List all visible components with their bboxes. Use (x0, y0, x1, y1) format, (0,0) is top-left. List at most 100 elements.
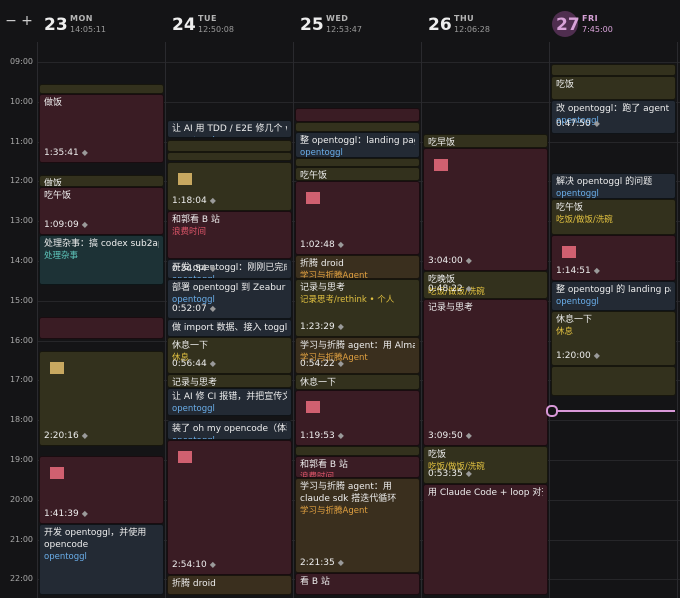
time-entry[interactable]: 看 B 站 (295, 573, 420, 596)
entry-project: opentoggl (172, 404, 215, 415)
time-entry[interactable]: 休息一下 (295, 374, 420, 391)
entry-duration: 0:54:22 ◆ (300, 358, 344, 370)
hour-label: 17:00 (9, 375, 33, 385)
time-entry[interactable]: 和郭看 B 站浪费时间 (167, 211, 292, 259)
entry-duration: 1:41:39 ◆ (44, 508, 88, 520)
time-entry[interactable]: 装了 oh my opencode（体验很差opentoggl (167, 420, 292, 441)
time-entry[interactable]: 和郭看 B 站浪费时间 (295, 456, 420, 478)
tag-icon: ◆ (593, 351, 600, 361)
tag-icon: ◆ (337, 431, 344, 441)
time-entry[interactable]: 记录与思考 (167, 374, 292, 389)
duration-text: 3:09:50 (428, 431, 463, 442)
redacted-block (50, 467, 64, 480)
time-entry[interactable]: 解决 opentoggl 的问题 opentoggl (551, 173, 676, 200)
time-entry[interactable] (551, 366, 676, 397)
time-entry[interactable]: 3:04:00 ◆ (423, 147, 548, 271)
time-entry[interactable]: 开发 opentoggl，并使用 opencode opentoggl (39, 523, 164, 596)
entry-project: opentoggl (300, 147, 343, 158)
time-entry[interactable] (295, 121, 420, 132)
entry-title: 记录与思考 (172, 378, 218, 389)
time-entry[interactable]: 让 AI 修 CI 报错，并把宣传文案优opentoggl (167, 388, 292, 417)
time-entry[interactable]: 1:18:04 ◆ (167, 161, 292, 212)
time-entry[interactable]: 记录与思考 记录思考/rethink • 个人 1:23:29 ◆ (295, 278, 420, 337)
zoom-in-button[interactable]: + (20, 14, 34, 28)
day-header-thu[interactable]: 26 THU 12:06:28 (422, 0, 549, 42)
time-entry[interactable]: 吃午饭 (295, 167, 420, 182)
entry-title: 让 AI 修 CI 报错，并把宣传文案优 (172, 392, 287, 403)
day-num: 24 (172, 15, 196, 35)
time-entry[interactable]: 用 Claude Code + loop 对齐两边 (423, 483, 548, 596)
entry-title: 休息一下 (300, 378, 337, 389)
time-entry[interactable]: 2:20:16 ◆ (39, 350, 164, 447)
time-entry[interactable]: 休息一下 休息 0:56:44 ◆ (167, 336, 292, 375)
time-entry[interactable]: 让 AI 用 TDD / E2E 修几个 worksopentoggl (167, 119, 292, 138)
time-entry[interactable] (295, 446, 420, 456)
time-entry[interactable]: 部署 opentoggl 到 Zeabur opentoggl 0:52:07 ◆ (167, 278, 292, 319)
duration-text: 2:21:35 (300, 558, 335, 569)
day-header-wed[interactable]: 25 WED 12:53:47 (294, 0, 421, 42)
time-entry[interactable] (295, 107, 420, 122)
entry-duration: 1:35:41 ◆ (44, 147, 88, 159)
time-entry[interactable]: 吃饭 吃饭/做饭/洗碗 0:53:35 ◆ (423, 446, 548, 484)
time-entry[interactable]: 休息一下 休息 1:20:00 ◆ (551, 310, 676, 367)
time-entry[interactable]: 吃午饭 吃饭/做饭/洗碗 (551, 199, 676, 236)
time-entry[interactable]: 学习与折腾 agent：用 claude sdk 搭迭代循环 学习与折腾Agent… (295, 477, 420, 574)
time-entry[interactable]: 做饭 1:35:41 ◆ (39, 93, 164, 164)
entry-duration: 0:47:50 ◆ (556, 118, 600, 130)
time-entry[interactable]: 1:19:53 ◆ (295, 390, 420, 447)
time-entry[interactable]: 整 opentoggl：landing page 与其opentoggl (295, 131, 420, 158)
entry-title: 折腾 droid (300, 259, 344, 270)
entry-title: 吃饭 (556, 79, 575, 90)
entry-title: 整 opentoggl 的 landing page (556, 284, 671, 295)
day-header-tue[interactable]: 24 TUE 12:50:08 (166, 0, 293, 42)
hour-label: 22:00 (9, 574, 33, 584)
time-entry[interactable]: 吃午饭 1:09:09 ◆ (39, 187, 164, 236)
tag-icon: ◆ (81, 508, 88, 518)
day-header-fri[interactable]: 27 FRI 7:45:00 (550, 0, 677, 42)
time-entry[interactable] (167, 139, 292, 152)
time-entry[interactable] (295, 157, 420, 168)
time-entry[interactable]: 折腾 droid 学习与折腾Agent (295, 255, 420, 279)
time-entry[interactable]: 吃早饭 (423, 133, 548, 148)
tag-icon: ◆ (209, 560, 216, 570)
time-entry[interactable]: 吃饭 (551, 75, 676, 100)
time-entry[interactable]: 整 opentoggl 的 landing pageopentoggl (551, 280, 676, 311)
tag-icon: ◆ (337, 558, 344, 568)
time-entry[interactable]: 做 import 数据、接入 toggl CLI, (167, 318, 292, 337)
day-header-mon[interactable]: 23 MON 14:05:11 (38, 0, 165, 42)
entry-title: 做饭 (44, 97, 63, 108)
duration-text: 1:14:51 (556, 265, 591, 276)
day-time: 12:53:47 (326, 25, 362, 34)
time-entry[interactable]: 1:14:51 ◆ (551, 235, 676, 281)
time-entry[interactable]: 记录与思考 3:09:50 ◆ (423, 298, 548, 447)
hour-label: 12:00 (9, 176, 33, 186)
time-entry[interactable]: 学习与折腾 agent：用 Alma 搭迭学习与折腾Agent0:54:22◆ (295, 336, 420, 375)
zoom-out-button[interactable]: − (4, 14, 18, 28)
time-entry[interactable]: 1:02:48 ◆ (295, 181, 420, 256)
time-entry[interactable]: 吃晚饭 吃饭/做饭/洗碗 0:48:22 ◆ (423, 270, 548, 299)
time-entry[interactable] (551, 63, 676, 76)
time-entry[interactable] (39, 83, 164, 94)
entry-project: 学习与折腾Agent (300, 505, 368, 516)
entry-project: 休息 (556, 326, 574, 337)
entry-project: 学习与折腾Agent (300, 271, 368, 279)
time-entry[interactable]: 做饭 (39, 175, 164, 188)
time-entry[interactable]: 改 opentoggl：跑了 agent harneopentoggl0:47:… (551, 99, 676, 134)
time-entry[interactable]: 开发 opentoggl：刚刚已完成 toggopentoggl0:54:54◆ (167, 259, 292, 279)
duration-text: 0:48:22 (428, 283, 463, 294)
time-entry[interactable] (167, 151, 292, 162)
time-entry[interactable]: 2:54:10 ◆ (167, 440, 292, 576)
duration-text: 0:54:22 (300, 359, 335, 370)
day-name: WED (326, 14, 349, 23)
duration-text: 0:52:07 (172, 303, 207, 314)
entry-title: 吃午饭 (44, 191, 72, 202)
duration-text: 0:47:50 (556, 118, 591, 129)
time-entry[interactable] (39, 316, 164, 339)
tag-icon: ◆ (209, 303, 216, 313)
time-entry[interactable]: 处理杂事：搞 codex sub2api；自处理杂事 (39, 235, 164, 285)
time-entry[interactable]: 折腾 droid (167, 575, 292, 596)
entry-title: 吃早饭 (428, 137, 456, 148)
entry-title: 学习与折腾 agent：用 claude sdk 搭迭代循环 (300, 481, 397, 504)
time-entry[interactable]: 1:41:39 ◆ (39, 456, 164, 524)
entry-title: 用 Claude Code + loop 对齐两边 (428, 487, 543, 498)
